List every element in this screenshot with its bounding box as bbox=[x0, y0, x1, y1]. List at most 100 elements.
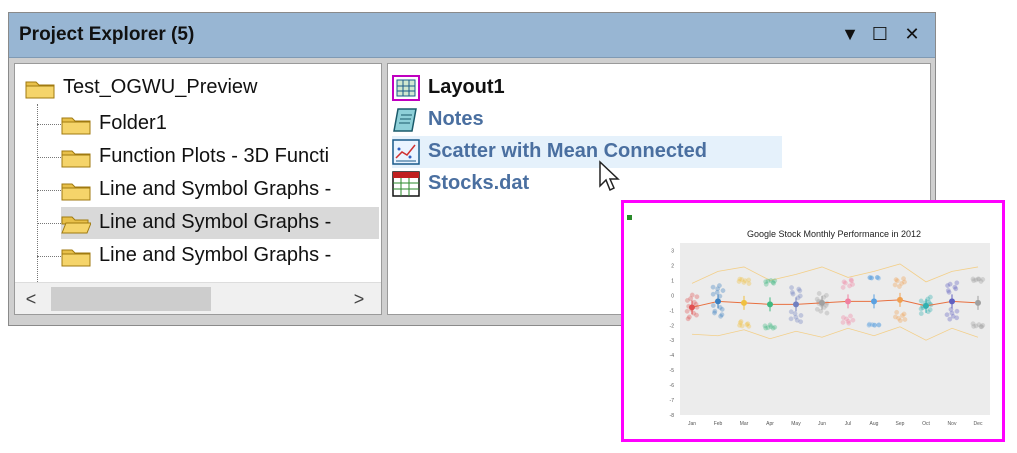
y-tick-label: 1 bbox=[671, 278, 674, 284]
mouse-cursor-icon bbox=[599, 160, 620, 192]
scatter-point bbox=[980, 322, 986, 328]
preview-chart: Google Stock Monthly Performance in 2012… bbox=[627, 215, 990, 427]
y-tick-label: -6 bbox=[670, 383, 675, 389]
mean-point bbox=[949, 298, 955, 305]
scatter-point bbox=[796, 286, 802, 292]
mean-point bbox=[715, 298, 721, 305]
plot-area bbox=[680, 243, 990, 415]
folder-icon bbox=[61, 249, 91, 267]
tree-item-function-plots[interactable]: Function Plots - 3D Functi bbox=[61, 141, 381, 173]
scatter-point bbox=[736, 279, 742, 284]
maximize-icon[interactable]: ☐ bbox=[869, 23, 891, 45]
scatter-point bbox=[971, 278, 977, 284]
scatter-point bbox=[710, 303, 716, 308]
mean-point bbox=[845, 298, 851, 305]
folder-icon bbox=[61, 150, 91, 168]
x-tick-label: Mar bbox=[740, 421, 749, 427]
y-tick-label: -2 bbox=[670, 323, 675, 329]
notes-icon bbox=[393, 108, 417, 132]
close-icon[interactable]: ✕ bbox=[901, 23, 923, 45]
tree-item-label: Line and Symbol Graphs - bbox=[99, 178, 332, 200]
panel-titlebar: Project Explorer (5) ▼ ☐ ✕ bbox=[9, 13, 935, 58]
scatter-point bbox=[797, 293, 803, 299]
graph-icon bbox=[392, 139, 420, 165]
horizontal-scrollbar[interactable]: < > bbox=[15, 282, 381, 314]
x-tick-label: May bbox=[791, 421, 801, 427]
scatter-point bbox=[970, 321, 976, 327]
scatter-point bbox=[840, 285, 846, 290]
scatter-point bbox=[850, 317, 856, 323]
scatter-point bbox=[946, 289, 952, 295]
workbook-icon bbox=[392, 171, 420, 197]
scatter-point bbox=[738, 319, 744, 324]
scatter-point bbox=[872, 322, 877, 328]
scatter-point bbox=[824, 300, 830, 306]
mean-point bbox=[819, 299, 825, 306]
layout-icon bbox=[392, 75, 420, 101]
mean-point bbox=[741, 299, 747, 306]
scatter-point bbox=[953, 286, 959, 292]
scatter-point bbox=[927, 294, 933, 300]
scatter-point bbox=[770, 325, 776, 331]
scroll-left-icon[interactable]: < bbox=[19, 287, 43, 311]
tree-item-label: Line and Symbol Graphs - bbox=[99, 244, 332, 266]
scatter-point bbox=[763, 325, 769, 331]
scatter-point bbox=[824, 310, 830, 316]
mean-point bbox=[793, 301, 799, 308]
mean-point bbox=[897, 296, 903, 303]
scatter-point bbox=[925, 309, 931, 315]
scatter-point bbox=[710, 284, 716, 290]
scatter-point bbox=[976, 322, 982, 328]
list-item-scatter[interactable]: Scatter with Mean Connected bbox=[392, 136, 782, 168]
scatter-point bbox=[876, 322, 882, 328]
scatter-point bbox=[684, 308, 690, 314]
mean-point bbox=[975, 299, 981, 306]
x-tick-label: Aug bbox=[870, 421, 879, 427]
mean-point bbox=[767, 301, 773, 308]
mean-point bbox=[923, 302, 929, 309]
y-tick-label: -1 bbox=[670, 308, 675, 314]
scatter-point bbox=[894, 309, 900, 315]
folder-icon bbox=[61, 183, 91, 201]
y-tick-label: 3 bbox=[671, 248, 674, 254]
x-tick-label: Dec bbox=[974, 421, 983, 427]
scatter-point bbox=[789, 289, 795, 295]
scatter-point bbox=[798, 313, 804, 318]
y-tick-label: -5 bbox=[670, 368, 675, 374]
tree-item-line-symbol-3[interactable]: Line and Symbol Graphs - bbox=[61, 240, 381, 272]
scatter-point bbox=[694, 294, 700, 300]
tree-item-folder1[interactable]: Folder1 bbox=[61, 108, 361, 140]
scatter-point bbox=[789, 285, 794, 291]
x-tick-label: Jan bbox=[688, 421, 696, 427]
scatter-point bbox=[978, 279, 984, 284]
tree-item-line-symbol-1[interactable]: Line and Symbol Graphs - bbox=[61, 174, 381, 206]
scatter-point bbox=[902, 317, 908, 322]
scatter-point bbox=[944, 312, 950, 318]
scatter-point bbox=[816, 291, 822, 296]
dropdown-icon[interactable]: ▼ bbox=[839, 23, 861, 45]
scatter-point bbox=[741, 280, 747, 285]
scatter-point bbox=[814, 306, 820, 312]
y-tick-label: -4 bbox=[670, 353, 675, 359]
scroll-right-icon[interactable]: > bbox=[347, 287, 371, 311]
y-tick-label: -8 bbox=[670, 413, 675, 419]
folder-icon bbox=[25, 81, 55, 99]
x-tick-label: Jun bbox=[818, 421, 826, 427]
mean-point bbox=[871, 298, 877, 305]
tree-item-label: Folder1 bbox=[99, 112, 167, 134]
tree-item-line-symbol-2[interactable]: Line and Symbol Graphs - bbox=[61, 207, 379, 239]
scatter-point bbox=[866, 322, 872, 328]
scatter-point bbox=[745, 321, 751, 327]
x-tick-label: Nov bbox=[948, 421, 957, 427]
scatter-point bbox=[710, 291, 716, 297]
y-tick-label: -3 bbox=[670, 338, 675, 344]
list-item-label: Scatter with Mean Connected bbox=[428, 140, 707, 162]
x-tick-label: Sep bbox=[896, 421, 905, 427]
scatter-point bbox=[694, 312, 699, 318]
folder-tree[interactable]: Test_OGWU_Preview Folder1 Function Plots… bbox=[14, 63, 382, 315]
scatter-point bbox=[768, 278, 774, 283]
scatter-point bbox=[900, 313, 905, 318]
scroll-thumb[interactable] bbox=[51, 287, 211, 311]
x-tick-label: Apr bbox=[766, 421, 774, 427]
scatter-point bbox=[945, 283, 950, 288]
